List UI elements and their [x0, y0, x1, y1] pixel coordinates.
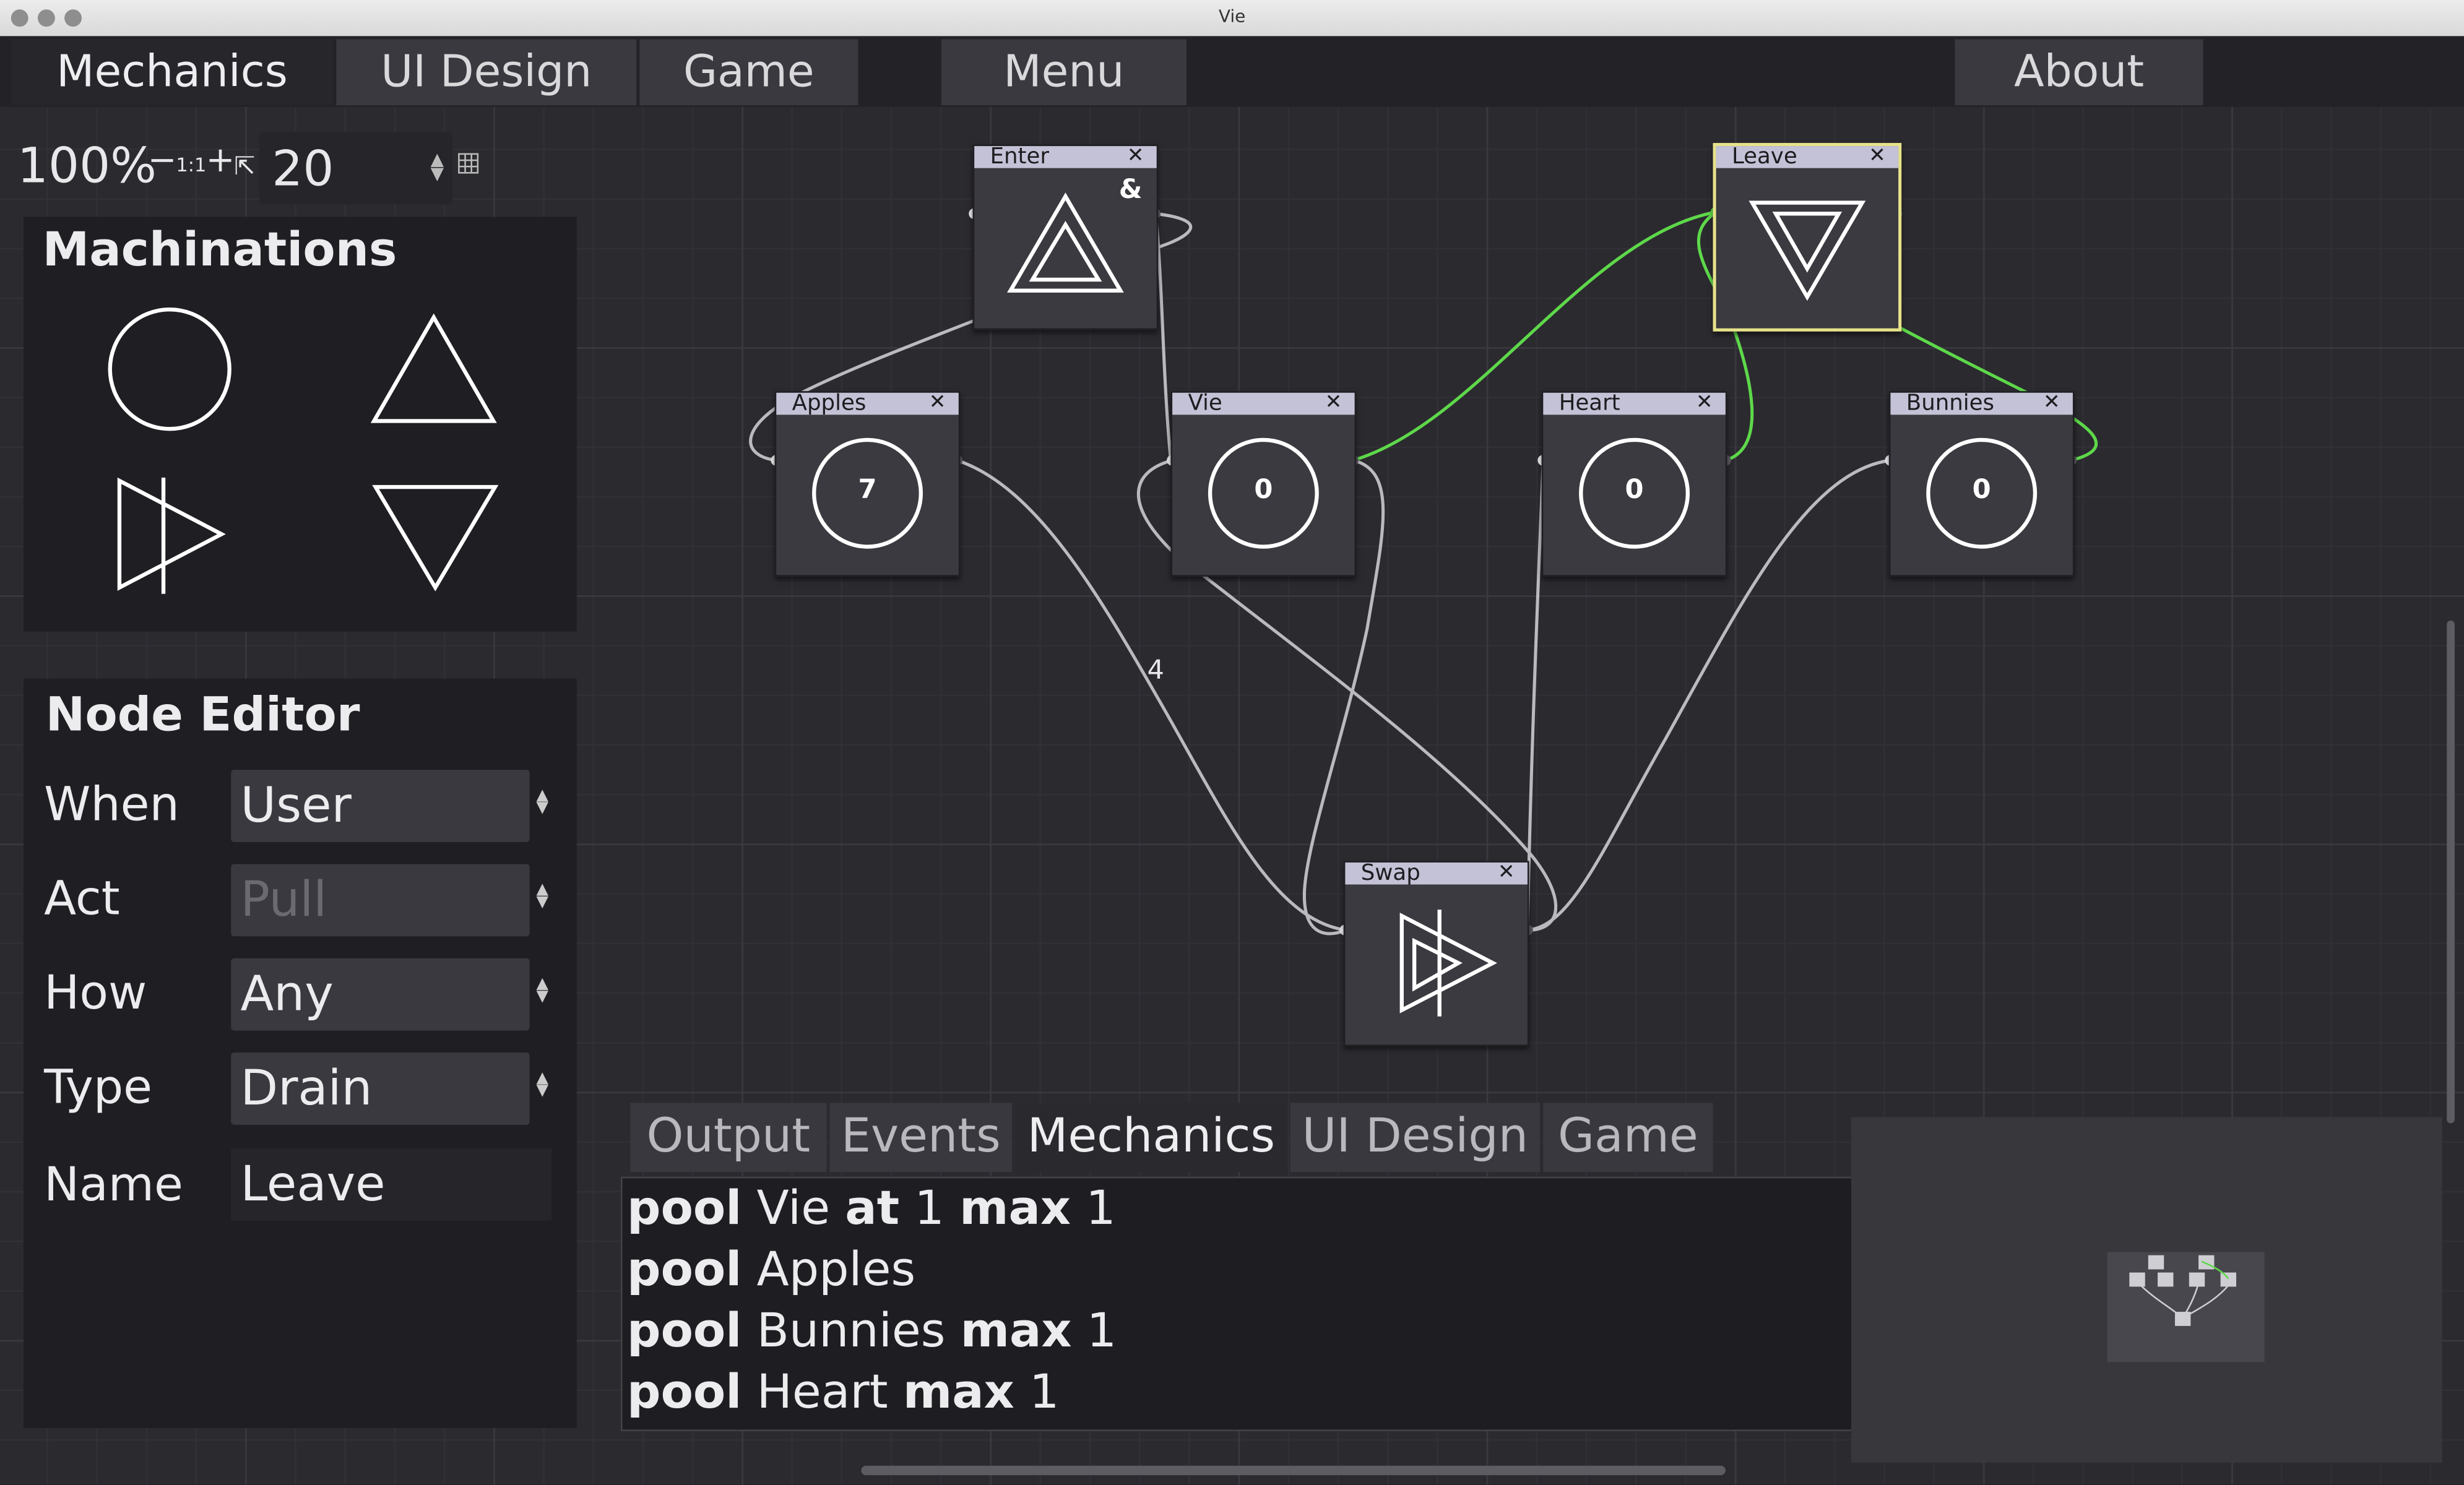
- how-select[interactable]: Any ▲ ▼: [231, 958, 548, 1031]
- node-leave[interactable]: Leave ✕: [1713, 143, 1902, 332]
- act-select[interactable]: Pull ▲ ▼: [231, 864, 548, 937]
- main-tab-bar: Mechanics UI Design Game Menu About: [0, 36, 2464, 107]
- converter-icon: [1399, 910, 1497, 1017]
- tab-game[interactable]: Game: [639, 39, 858, 106]
- source-line: pool Vie at 1 max 1: [627, 1181, 1116, 1237]
- node-apples[interactable]: Apples ✕ 7: [774, 391, 961, 577]
- edge-enter-vie[interactable]: [1155, 221, 1173, 462]
- converter-shape-icon[interactable]: [117, 477, 226, 594]
- name-label: Name: [44, 1158, 183, 1213]
- node-heart[interactable]: Heart ✕ 0: [1541, 391, 1727, 577]
- node-header[interactable]: Apples ✕: [776, 392, 959, 415]
- node-swap[interactable]: Swap ✕: [1343, 861, 1529, 1046]
- minimap[interactable]: [1851, 1117, 2442, 1463]
- tab-mechanics[interactable]: Mechanics: [11, 39, 334, 106]
- select-arrows-icon: ▲ ▼: [536, 1070, 549, 1100]
- node-enter[interactable]: Enter ✕ &: [972, 144, 1159, 330]
- type-label: Type: [44, 1060, 153, 1116]
- pool-value: 7: [858, 474, 877, 506]
- and-badge: &: [1118, 174, 1143, 206]
- select-arrows-icon: ▲ ▼: [536, 975, 549, 1005]
- palette-shapes: [108, 308, 499, 594]
- pool-shape-icon[interactable]: [108, 308, 231, 431]
- name-input[interactable]: Leave: [231, 1148, 552, 1221]
- tab-ui-design-source[interactable]: UI Design: [1290, 1103, 1541, 1173]
- source-line: pool Bunnies max 1: [627, 1304, 1117, 1359]
- minimap-graph: [2129, 1255, 2236, 1326]
- node-header[interactable]: Enter ✕: [974, 145, 1157, 168]
- close-icon[interactable]: ✕: [1325, 392, 1342, 415]
- tab-output[interactable]: Output: [630, 1103, 827, 1173]
- zoom-fit-icon[interactable]: ⇱: [234, 151, 255, 181]
- machinations-palette: Machinations: [24, 217, 577, 632]
- node-editor-panel: Node Editor When User ▲ ▼ Act Pull ▲ ▼ How A…: [24, 678, 577, 1428]
- when-label: When: [44, 777, 179, 833]
- close-icon[interactable]: ✕: [2043, 392, 2060, 415]
- source-line: pool Apples: [627, 1242, 916, 1298]
- pool-value: 0: [1254, 474, 1273, 506]
- grid-size-spinbox[interactable]: 20 ▲ ▼: [259, 132, 453, 205]
- close-icon[interactable]: ✕: [1869, 145, 1886, 168]
- close-icon[interactable]: ✕: [929, 392, 946, 415]
- node-bunnies[interactable]: Bunnies ✕ 0: [1888, 391, 2075, 577]
- tab-mechanics-source[interactable]: Mechanics: [1015, 1103, 1287, 1173]
- pool-value: 0: [1625, 474, 1644, 506]
- app-window: Vie 4 Enter ✕ & Leave ✕ Apples ✕ 7 Vie ✕…: [0, 0, 2464, 1485]
- select-arrows-icon: ▲ ▼: [536, 787, 549, 817]
- source-line: pool Heart max 1: [627, 1365, 1060, 1421]
- vertical-scrollbar[interactable]: [2447, 620, 2455, 1124]
- zoom-in-button[interactable]: +: [206, 142, 235, 181]
- node-header[interactable]: Heart ✕: [1543, 392, 1726, 415]
- close-icon[interactable]: ✕: [1696, 392, 1713, 415]
- menu-button[interactable]: Menu: [941, 39, 1187, 106]
- node-header[interactable]: Swap ✕: [1345, 862, 1528, 885]
- node-header[interactable]: Bunnies ✕: [1890, 392, 2073, 415]
- zoom-level: 100%: [17, 138, 157, 195]
- tab-events[interactable]: Events: [829, 1103, 1013, 1173]
- drain-triangle-icon: [1749, 200, 1866, 301]
- act-label: Act: [44, 872, 120, 928]
- node-header[interactable]: Vie ✕: [1172, 392, 1355, 415]
- type-select[interactable]: Drain ▲ ▼: [231, 1052, 548, 1125]
- node-header[interactable]: Leave ✕: [1716, 145, 1899, 168]
- tab-ui-design[interactable]: UI Design: [336, 39, 637, 106]
- drain-shape-icon[interactable]: [372, 484, 499, 592]
- spin-arrows-icon[interactable]: ▲ ▼: [431, 151, 444, 183]
- about-button[interactable]: About: [1955, 39, 2203, 106]
- edge-label: 4: [1147, 655, 1164, 686]
- node-editor-title: Node Editor: [45, 688, 360, 743]
- node-vie[interactable]: Vie ✕ 0: [1170, 391, 1357, 577]
- when-select[interactable]: User ▲ ▼: [231, 770, 548, 842]
- close-icon[interactable]: ✕: [1498, 862, 1515, 885]
- horizontal-scrollbar[interactable]: [861, 1465, 1726, 1476]
- select-arrows-icon: ▲ ▼: [536, 881, 549, 911]
- grid-toggle-icon[interactable]: [457, 152, 480, 174]
- close-icon[interactable]: ✕: [1127, 145, 1144, 168]
- source-shape-icon[interactable]: [370, 313, 497, 423]
- pool-value: 0: [1972, 474, 1991, 506]
- zoom-reset-button[interactable]: 1:1: [176, 154, 206, 176]
- zoom-out-button[interactable]: −: [148, 142, 177, 181]
- how-label: How: [44, 966, 147, 1022]
- tab-game-source[interactable]: Game: [1543, 1103, 1713, 1173]
